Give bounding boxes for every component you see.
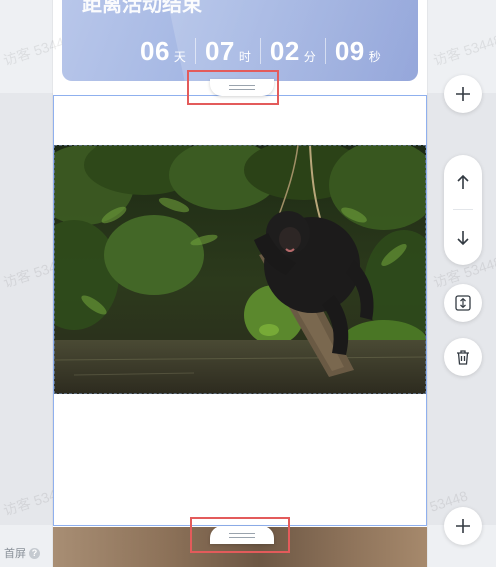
- countdown-hours: 07 时: [194, 36, 260, 66]
- countdown-hours-value: 07: [204, 36, 235, 66]
- arrow-down-icon: [457, 231, 469, 246]
- countdown-days-unit: 天: [173, 50, 186, 64]
- add-module-above-button[interactable]: [444, 75, 482, 113]
- countdown-minutes-unit: 分: [303, 50, 316, 64]
- plus-icon: [456, 87, 470, 101]
- handle-grip-line: [229, 532, 255, 534]
- toolbar-divider: [453, 209, 473, 210]
- handle-grip-line: [229, 85, 255, 86]
- countdown-timer: 06 天 07 时 02 分 09 秒: [140, 38, 390, 64]
- module-image[interactable]: [54, 145, 426, 394]
- banner-title: 距离活动结束: [82, 0, 202, 16]
- adjust-height-button[interactable]: [444, 284, 482, 322]
- countdown-hours-unit: 时: [238, 50, 251, 64]
- trash-icon: [457, 350, 469, 365]
- arrow-up-icon: [457, 174, 469, 189]
- countdown-seconds-value: 09: [334, 36, 365, 66]
- module-bottom-resize-handle[interactable]: [210, 526, 274, 544]
- watermark: 访客 53448: [431, 31, 496, 69]
- move-controls: [444, 155, 482, 265]
- editor-page: 访客 53448 访客 53448 访客 53448 访客 53448 访客 5…: [0, 0, 496, 567]
- first-screen-label: 首屏 ?: [4, 545, 40, 561]
- countdown-days: 06 天: [140, 38, 195, 64]
- module-top-resize-handle[interactable]: [210, 79, 274, 96]
- help-icon[interactable]: ?: [29, 547, 40, 559]
- countdown-minutes: 02 分: [259, 36, 325, 66]
- move-up-button[interactable]: [444, 157, 482, 207]
- first-screen-text: 首屏: [4, 548, 26, 560]
- countdown-minutes-value: 02: [269, 36, 300, 66]
- countdown-banner[interactable]: 距离活动结束 06 天 07 时 02 分 09 秒: [62, 0, 418, 81]
- plus-icon: [456, 519, 470, 533]
- handle-grip-line: [229, 536, 255, 538]
- handle-grip-line: [229, 89, 255, 90]
- bonobo-photo: [54, 145, 426, 394]
- vertical-resize-icon: [455, 295, 471, 311]
- countdown-seconds-unit: 秒: [368, 50, 381, 64]
- delete-module-button[interactable]: [444, 338, 482, 376]
- move-down-button[interactable]: [444, 213, 482, 263]
- countdown-seconds: 09 秒: [324, 36, 390, 66]
- add-module-below-button[interactable]: [444, 507, 482, 545]
- countdown-days-value: 06: [140, 36, 170, 66]
